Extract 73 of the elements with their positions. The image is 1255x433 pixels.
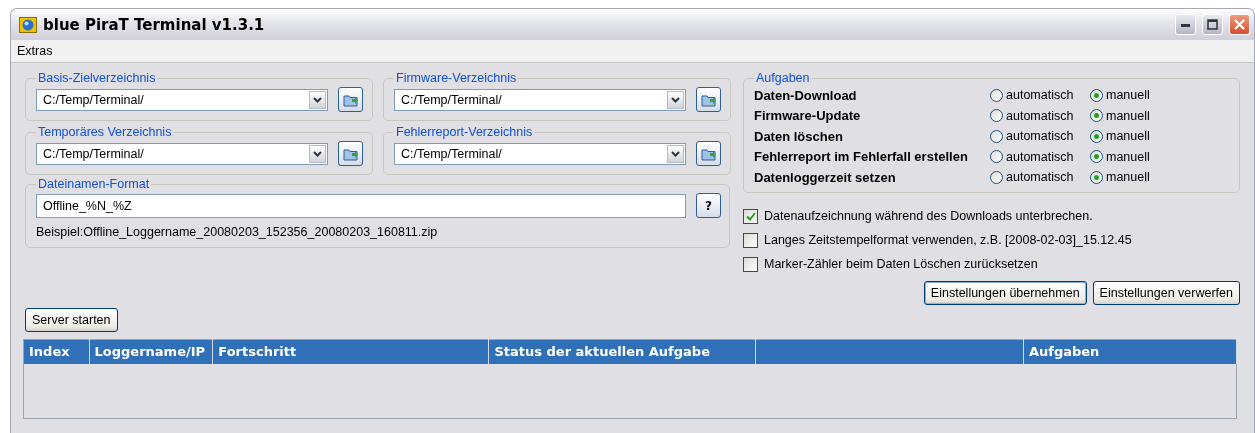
chevron-down-icon	[671, 96, 680, 103]
browse-folder-button[interactable]	[696, 141, 721, 166]
radio-label[interactable]: automatisch	[1006, 108, 1074, 123]
browse-folder-button[interactable]	[338, 87, 363, 112]
column-header[interactable]: Fortschritt	[212, 339, 489, 364]
radio-button[interactable]	[1090, 129, 1103, 143]
chevron-down-icon	[313, 150, 322, 157]
checkbox[interactable]	[743, 256, 758, 272]
column-header[interactable]: Aufgaben	[1023, 339, 1237, 364]
radio-button[interactable]	[990, 109, 1003, 123]
group-title: Aufgaben	[755, 71, 811, 85]
task-name: Fehlerreport im Fehlerfall erstellen	[754, 149, 969, 165]
task-name: Daten-Download	[754, 87, 858, 103]
minimize-button[interactable]	[1175, 14, 1196, 35]
checkbox-label[interactable]: Langes Zeitstempelformat verwenden, z.B. [2008-02-03]_15.12.45	[764, 233, 1132, 247]
directory-dropdown[interactable]: C:/Temp/Terminal/	[36, 88, 328, 111]
task-name: Datenloggerzeit setzen	[754, 169, 897, 185]
radio-button[interactable]	[1090, 109, 1103, 123]
help-button[interactable]: ?	[696, 193, 721, 218]
radio-label[interactable]: manuell	[1106, 170, 1150, 185]
example-text: Beispiel:Offline_Loggername_20080203_152356_20080203_160811.zip	[36, 225, 439, 239]
directory-dropdown[interactable]: C:/Temp/Terminal/	[394, 142, 686, 165]
radio-button[interactable]	[990, 129, 1003, 143]
radio-button[interactable]	[1090, 88, 1103, 102]
browse-folder-button[interactable]	[338, 141, 363, 166]
radio-label[interactable]: automatisch	[1006, 88, 1074, 103]
column-header[interactable]: Status der aktuellen Aufgabe	[488, 339, 756, 364]
checkbox-label[interactable]: Marker-Zähler beim Daten Löschen zurücksetzen	[764, 257, 1038, 271]
radio-label[interactable]: automatisch	[1006, 129, 1074, 144]
folder-icon	[700, 92, 717, 107]
radio-button[interactable]	[990, 170, 1003, 184]
radio-button[interactable]	[990, 88, 1003, 102]
menu-item[interactable]: Extras	[17, 44, 53, 58]
maximize-icon	[1207, 19, 1218, 30]
radio-button[interactable]	[1090, 170, 1103, 184]
discard-button[interactable]: Einstellungen verwerfen	[1092, 280, 1240, 305]
checkbox[interactable]	[743, 208, 758, 224]
column-header[interactable]: Index	[23, 339, 89, 364]
filename-format-field[interactable]: Offline_%N_%Z	[36, 193, 686, 218]
radio-label[interactable]: manuell	[1106, 149, 1150, 164]
minimize-icon	[1181, 22, 1190, 27]
checkbox[interactable]	[743, 232, 758, 248]
apply-button[interactable]: Einstellungen übernehmen	[923, 280, 1087, 305]
window-title: blue PiraT Terminal v1.3.1	[43, 15, 266, 34]
group-title: Temporäres Verzeichnis	[37, 125, 173, 139]
checkbox-label[interactable]: Datenaufzeichnung während des Downloads unterbrechen.	[764, 209, 1093, 223]
folder-icon	[700, 146, 717, 161]
maximize-button[interactable]	[1202, 14, 1223, 35]
column-header[interactable]: Loggername/IP	[89, 339, 213, 364]
radio-label[interactable]: manuell	[1106, 108, 1150, 123]
chevron-down-icon	[313, 96, 322, 103]
radio-label[interactable]: manuell	[1106, 88, 1150, 103]
radio-label[interactable]: automatisch	[1006, 149, 1074, 164]
radio-label[interactable]: manuell	[1106, 129, 1150, 144]
group-title: Dateinamen-Format	[37, 177, 151, 191]
folder-icon	[342, 146, 359, 161]
directory-dropdown[interactable]: C:/Temp/Terminal/	[394, 88, 686, 111]
group-title: Fehlerreport-Verzeichnis	[395, 125, 534, 139]
group-title: Firmware-Verzeichnis	[395, 71, 518, 85]
app-icon	[19, 16, 37, 33]
start-server-button[interactable]: Server starten	[25, 307, 118, 332]
folder-icon	[342, 92, 359, 107]
task-name: Daten löschen	[754, 128, 844, 144]
task-name: Firmware-Update	[754, 108, 862, 124]
browse-folder-button[interactable]	[696, 87, 721, 112]
directory-dropdown[interactable]: C:/Temp/Terminal/	[36, 142, 328, 165]
close-button[interactable]	[1229, 14, 1250, 35]
radio-label[interactable]: automatisch	[1006, 170, 1074, 185]
close-icon	[1234, 19, 1245, 30]
group-title: Basis-Zielverzeichnis	[37, 71, 157, 85]
radio-button[interactable]	[1090, 150, 1103, 164]
radio-button[interactable]	[990, 150, 1003, 164]
chevron-down-icon	[671, 150, 680, 157]
